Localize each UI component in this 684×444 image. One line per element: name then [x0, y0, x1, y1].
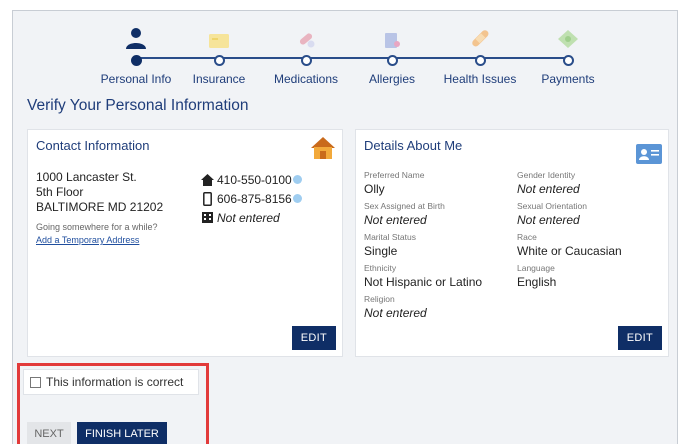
edit-details-button[interactable]: EDIT: [617, 326, 662, 350]
going-somewhere-text: Going somewhere for a while?: [36, 222, 158, 232]
contact-information-card: Contact Information 1000 Lancaster St. 5…: [27, 129, 343, 357]
field-label: Sex Assigned at Birth: [364, 201, 445, 211]
id-card-icon: [636, 144, 662, 164]
contact-card-title: Contact Information: [36, 138, 150, 153]
field-label: Religion: [364, 294, 395, 304]
step-dot: [562, 55, 574, 66]
field-value: Olly: [364, 182, 385, 196]
field-label: Language: [517, 263, 555, 273]
progress-stepper: Personal Info Insurance Medications Alle…: [13, 11, 677, 101]
address-block: 1000 Lancaster St. 5th Floor BALTIMORE M…: [36, 170, 163, 215]
main-frame: Personal Info Insurance Medications Alle…: [12, 10, 678, 444]
details-about-me-card: Details About Me Preferred Name Olly Sex…: [355, 129, 669, 357]
mobile-phone-icon: [200, 191, 214, 206]
step-label: Personal Info: [100, 72, 172, 86]
field-value: Not entered: [517, 182, 580, 196]
field-value: Not Hispanic or Latino: [364, 275, 483, 289]
work-phone-number: Not entered: [217, 210, 280, 225]
work-phone-row: Not entered: [200, 208, 302, 227]
address-line-3: BALTIMORE MD 21202: [36, 200, 164, 214]
field-label: Preferred Name: [364, 170, 425, 180]
step-dot: [130, 55, 142, 66]
field-label: Ethnicity: [364, 263, 397, 273]
step-label: Insurance: [192, 72, 246, 86]
bandage-icon: [472, 30, 489, 47]
field-value: Not entered: [517, 213, 580, 227]
call-icon[interactable]: [292, 175, 302, 184]
insurance-card-icon: [209, 34, 229, 48]
highlight-box: [17, 363, 209, 444]
details-right-column: Gender Identity Not entered Sexual Orien…: [517, 170, 622, 294]
step-insurance[interactable]: Insurance: [174, 23, 264, 86]
step-dot: [300, 55, 312, 66]
allergy-icon: [385, 33, 400, 48]
field-value: Not entered: [364, 213, 427, 227]
field-label: Race: [517, 232, 537, 242]
house-icon: [311, 137, 335, 159]
step-allergies[interactable]: Allergies: [347, 23, 437, 86]
money-icon: [558, 30, 578, 48]
add-temporary-address-link[interactable]: Add a Temporary Address: [36, 235, 139, 245]
home-phone-number: 410-550-0100: [217, 172, 292, 187]
details-left-column: Preferred Name Olly Sex Assigned at Birt…: [364, 170, 482, 325]
call-icon[interactable]: [292, 194, 302, 203]
address-line-1: 1000 Lancaster St.: [36, 170, 137, 184]
step-medications[interactable]: Medications: [261, 23, 351, 86]
details-card-title: Details About Me: [364, 138, 463, 153]
step-health-issues[interactable]: Health Issues: [435, 23, 525, 86]
step-dot: [386, 55, 398, 66]
phone-list: 410-550-0100 606-875-8156 Not entered: [200, 170, 302, 227]
field-value: English: [517, 275, 557, 289]
address-line-2: 5th Floor: [36, 185, 84, 199]
page-title: Verify Your Personal Information: [27, 97, 249, 114]
step-dot: [213, 55, 225, 66]
field-label: Sexual Orientation: [517, 201, 587, 211]
home-phone-icon: [200, 173, 214, 186]
field-value: Single: [364, 244, 398, 258]
office-building-icon: [200, 211, 214, 224]
mobile-phone-row: 606-875-8156: [200, 189, 302, 208]
step-label: Medications: [273, 72, 339, 86]
step-label: Payments: [541, 72, 595, 86]
step-label: Health Issues: [443, 72, 517, 86]
field-value: White or Caucasian: [517, 244, 622, 258]
field-label: Marital Status: [364, 232, 416, 242]
step-dot: [474, 55, 486, 66]
step-label: Allergies: [368, 72, 416, 86]
person-icon: [126, 28, 146, 49]
field-value: Not entered: [364, 306, 427, 320]
edit-contact-button[interactable]: EDIT: [291, 326, 336, 350]
field-label: Gender Identity: [517, 170, 576, 180]
home-phone-row: 410-550-0100: [200, 170, 302, 189]
step-personal-info[interactable]: Personal Info: [91, 23, 181, 86]
pills-icon: [299, 33, 315, 48]
step-payments[interactable]: Payments: [523, 23, 613, 86]
mobile-phone-number: 606-875-8156: [217, 191, 292, 206]
